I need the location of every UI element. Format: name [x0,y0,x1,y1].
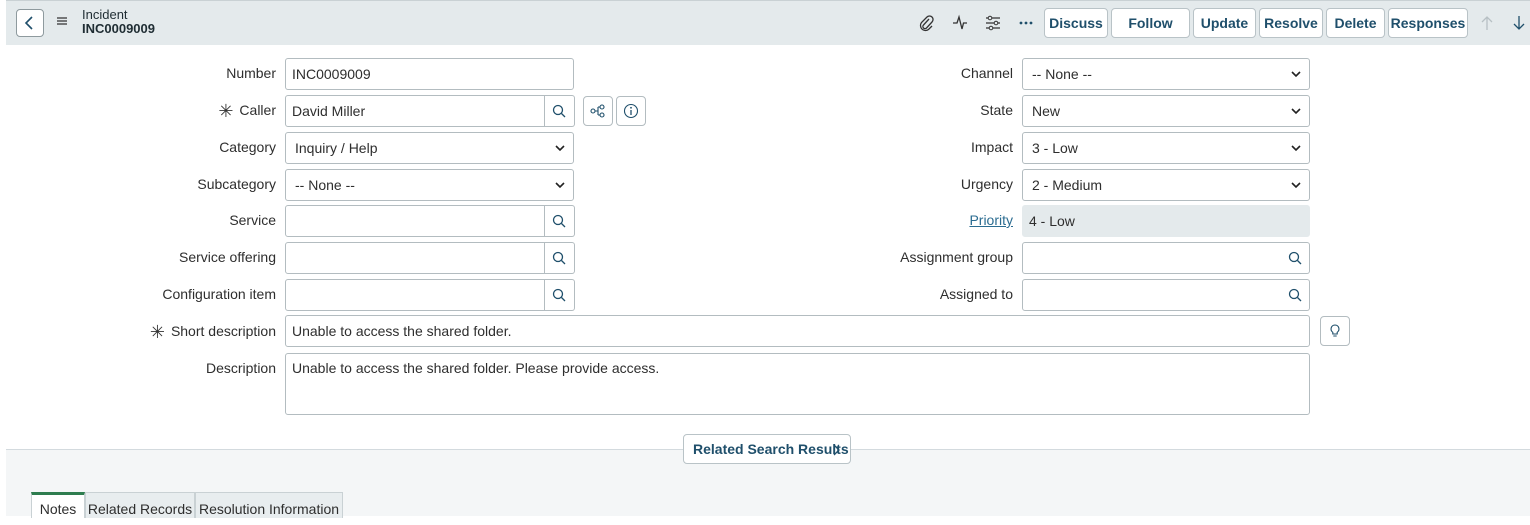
impact-select[interactable]: 3 - Low [1022,132,1310,164]
short-description-label-text: Short description [170,323,276,339]
urgency-value: 2 - Medium [1032,177,1103,193]
number-label: Number [226,65,276,81]
menu-icon[interactable] [56,15,68,27]
urgency-label: Urgency [960,176,1013,192]
caller-field[interactable]: David Miller [285,95,545,127]
record-number: INC0009009 [82,21,155,36]
update-button[interactable]: Update [1193,8,1256,38]
search-icon [1288,251,1302,265]
settings-sliders-icon[interactable] [985,14,1001,32]
state-value: New [1032,103,1061,119]
show-related-button[interactable] [583,96,613,126]
subcategory-select[interactable]: -- None -- [285,169,574,201]
hierarchy-icon [590,104,605,118]
related-search-results-button[interactable]: Related Search Results [683,434,851,464]
channel-label: Channel [960,65,1013,81]
chevron-down-icon [1291,145,1301,152]
caller-label-text: Caller [239,102,276,118]
short-description-label: ✳ Short description [10,316,276,346]
assigned-to-label: Assigned to [939,286,1013,302]
assigned-to-lookup-button[interactable] [1281,279,1310,311]
assignment-group-label: Assignment group [900,249,1013,265]
priority-field: 4 - Low [1022,205,1310,237]
record-type: Incident [82,7,128,22]
back-icon [24,16,33,30]
category-select[interactable]: Inquiry / Help [285,132,574,164]
priority-link[interactable]: Priority [969,212,1013,228]
subcategory-label: Subcategory [197,176,276,192]
chevron-down-icon [1291,71,1301,78]
number-field[interactable]: INC0009009 [285,58,574,90]
service-label: Service [229,212,276,228]
search-icon [552,104,566,118]
delete-button[interactable]: Delete [1326,8,1385,38]
configuration-item-label: Configuration item [162,286,276,302]
short-description-field[interactable]: Unable to access the shared folder. [285,315,1310,347]
service-offering-label: Service offering [178,249,276,265]
service-field[interactable] [285,205,545,237]
required-icon: ✳ [218,101,234,121]
assignment-group-field[interactable] [1022,242,1282,274]
chevron-down-icon [1291,182,1301,189]
subcategory-value: -- None -- [295,177,355,193]
paperclip-icon[interactable] [918,14,934,32]
tab-related-records[interactable]: Related Records [85,492,195,518]
service-offering-lookup-button[interactable] [545,242,575,274]
search-icon [552,288,566,302]
responses-button[interactable]: Responses [1388,8,1468,38]
activity-icon[interactable] [952,14,968,32]
chevron-down-icon [555,145,565,152]
record-header: Incident INC0009009 Discuss Follow Updat… [6,0,1530,45]
caller-label: ✳ Caller [10,95,276,125]
configuration-item-lookup-button[interactable] [545,279,575,311]
more-icon[interactable] [1018,14,1034,32]
related-search-results-label: Related Search Results [693,441,849,457]
follow-button[interactable]: Follow [1111,8,1190,38]
tab-notes[interactable]: Notes [31,492,85,518]
lightbulb-icon [1330,324,1340,337]
channel-select[interactable]: -- None -- [1022,58,1310,90]
back-button[interactable] [16,9,44,37]
urgency-select[interactable]: 2 - Medium [1022,169,1310,201]
impact-value: 3 - Low [1032,140,1078,156]
search-icon [1288,288,1302,302]
suggestion-button[interactable] [1320,316,1350,346]
discuss-button[interactable]: Discuss [1044,8,1108,38]
assigned-to-field[interactable] [1022,279,1282,311]
info-icon [623,103,639,119]
category-label: Category [219,139,276,155]
search-icon [552,251,566,265]
search-icon [552,214,566,228]
chevron-right-icon [833,444,840,456]
caller-lookup-button[interactable] [545,95,575,127]
resolve-button[interactable]: Resolve [1259,8,1323,38]
configuration-item-field[interactable] [285,279,545,311]
state-select[interactable]: New [1022,95,1310,127]
arrow-down-icon[interactable] [1512,14,1526,32]
caller-info-button[interactable] [616,96,646,126]
service-offering-field[interactable] [285,242,545,274]
channel-value: -- None -- [1032,66,1092,82]
record-title: Incident INC0009009 [82,8,155,36]
tab-resolution-information[interactable]: Resolution Information [195,492,343,518]
service-lookup-button[interactable] [545,205,575,237]
chevron-down-icon [555,182,565,189]
description-textarea[interactable]: Unable to access the shared folder. Plea… [285,353,1310,415]
chevron-down-icon [1291,108,1301,115]
assignment-group-lookup-button[interactable] [1281,242,1310,274]
description-label: Description [205,360,276,376]
arrow-up-icon[interactable] [1480,14,1494,32]
state-label: State [980,102,1013,118]
category-value: Inquiry / Help [295,140,378,156]
priority-label: Priority [760,205,1013,235]
required-icon: ✳ [149,322,165,342]
impact-label: Impact [970,139,1013,155]
